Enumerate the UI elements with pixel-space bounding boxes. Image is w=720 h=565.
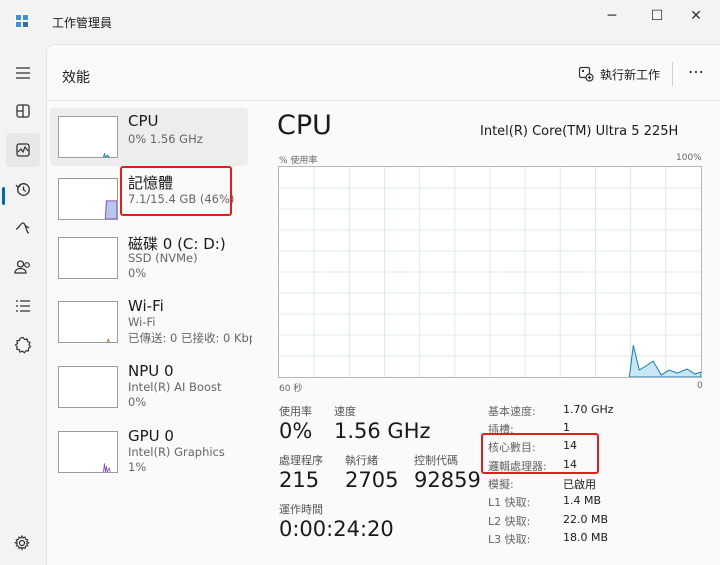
active-indicator: [2, 187, 5, 205]
maximize-icon: ☐: [650, 8, 664, 24]
nav-rail: [0, 44, 46, 565]
device-name: Wi-Fi: [128, 297, 164, 315]
spec-value: 1.70 GHz: [563, 403, 614, 416]
device-item-npu[interactable]: NPU 0 Intel(R) AI Boost 0%: [50, 358, 248, 416]
speed-label: 速度: [334, 405, 356, 418]
utilization-label: 使用率: [279, 405, 312, 418]
spec-value: 18.0 MB: [563, 531, 609, 544]
device-subtext-2: 0%: [128, 266, 147, 280]
processes-icon: [16, 104, 30, 118]
graph-y-label: % 使用率: [279, 156, 318, 166]
device-item-disk[interactable]: 磁碟 0 (C: D:) SSD (NVMe) 0%: [50, 229, 248, 287]
nav-app-history[interactable]: [6, 172, 40, 206]
run-new-task-label: 執行新工作: [600, 67, 661, 82]
users-icon: [14, 260, 30, 274]
details-icon: [16, 300, 30, 312]
nav-services[interactable]: [6, 328, 40, 362]
spec-label: L1 快取:: [488, 496, 531, 509]
npu-thumbnail-graph: [58, 366, 118, 408]
threads-label: 執行緒: [345, 454, 378, 467]
device-name: NPU 0: [128, 362, 174, 380]
gpu-thumbnail-graph: [58, 431, 118, 473]
disk-thumbnail-graph: [58, 237, 118, 279]
close-icon: ✕: [690, 8, 702, 24]
device-subtext: Wi-Fi: [128, 315, 156, 329]
hamburger-icon: [16, 67, 30, 79]
title-bar: 工作管理員 ─ ☐ ✕: [0, 0, 720, 44]
graph-grid: [279, 167, 701, 377]
device-subtext: 0% 1.56 GHz: [128, 132, 203, 146]
spec-value: 已啟用: [563, 478, 596, 491]
cpu-thumbnail-graph: [58, 116, 118, 158]
run-new-task-button[interactable]: 執行新工作: [578, 63, 660, 85]
task-manager-app-icon: [15, 14, 29, 28]
memory-highlight-box: [120, 166, 232, 216]
settings-button[interactable]: [14, 534, 30, 555]
more-icon: ⋯: [688, 62, 705, 81]
nav-details[interactable]: [6, 289, 40, 323]
device-subtext: SSD (NVMe): [128, 251, 198, 265]
cpu-utilization-graph: [278, 166, 702, 378]
window-title: 工作管理員: [52, 16, 113, 30]
device-subtext-2: 1%: [128, 460, 147, 474]
minimize-icon: ─: [607, 8, 617, 24]
close-button[interactable]: ✕: [672, 0, 720, 32]
graph-x-right: 0: [697, 381, 703, 391]
graph-y-max: 100%: [676, 153, 702, 163]
nav-performance[interactable]: [6, 133, 40, 167]
spec-label: L2 快取:: [488, 515, 531, 528]
device-subtext: Intel(R) AI Boost: [128, 380, 222, 394]
performance-icon: [16, 143, 30, 157]
device-item-gpu[interactable]: GPU 0 Intel(R) Graphics 1%: [50, 423, 248, 481]
spec-label: L3 快取:: [488, 533, 531, 546]
spec-value: 22.0 MB: [563, 513, 609, 526]
utilization-value: 0%: [279, 419, 313, 443]
more-options-button[interactable]: ⋯: [688, 62, 705, 81]
device-name: CPU: [128, 112, 159, 130]
processes-label: 處理程序: [279, 454, 323, 467]
handles-value: 92859: [414, 468, 481, 492]
spec-label: 基本速度:: [488, 405, 536, 418]
nav-processes[interactable]: [6, 94, 40, 128]
uptime-label: 運作時間: [279, 503, 323, 516]
services-icon: [14, 336, 32, 354]
device-subtext-2: 已傳送: 0 已接收: 0 Kbp: [128, 331, 252, 345]
detail-title: CPU: [277, 110, 332, 141]
startup-apps-icon: [15, 222, 30, 234]
hamburger-button[interactable]: [6, 56, 40, 90]
minimize-button[interactable]: ─: [588, 0, 636, 32]
nav-users[interactable]: [6, 250, 40, 284]
device-subtext: Intel(R) Graphics: [128, 445, 225, 459]
handles-label: 控制代碼: [414, 454, 458, 467]
page-title: 效能: [62, 70, 90, 86]
processes-value: 215: [279, 468, 320, 492]
graph-x-left: 60 秒: [279, 384, 303, 394]
threads-value: 2705: [345, 468, 399, 492]
app-history-icon: [15, 183, 30, 196]
memory-thumbnail-graph: [58, 178, 118, 220]
device-name: GPU 0: [128, 427, 174, 445]
run-task-icon: [578, 66, 594, 82]
wifi-thumbnail-graph: [58, 301, 118, 343]
spec-label: 模擬:: [488, 478, 514, 491]
device-item-cpu[interactable]: CPU 0% 1.56 GHz: [50, 108, 248, 166]
cores-highlight-box: [481, 433, 599, 474]
speed-value: 1.56 GHz: [334, 419, 431, 443]
cpu-usage-area: [628, 345, 701, 377]
spec-value: 1.4 MB: [563, 494, 602, 507]
cpu-model-name: Intel(R) Core(TM) Ultra 5 225H: [480, 124, 679, 139]
toolbar-divider: [672, 62, 673, 86]
nav-startup-apps[interactable]: [6, 211, 40, 245]
device-item-wifi[interactable]: Wi-Fi Wi-Fi 已傳送: 0 已接收: 0 Kbp: [50, 293, 252, 351]
uptime-value: 0:00:24:20: [279, 517, 394, 541]
device-subtext-2: 0%: [128, 395, 147, 409]
header-divider: [46, 100, 720, 101]
settings-icon: [14, 534, 30, 551]
